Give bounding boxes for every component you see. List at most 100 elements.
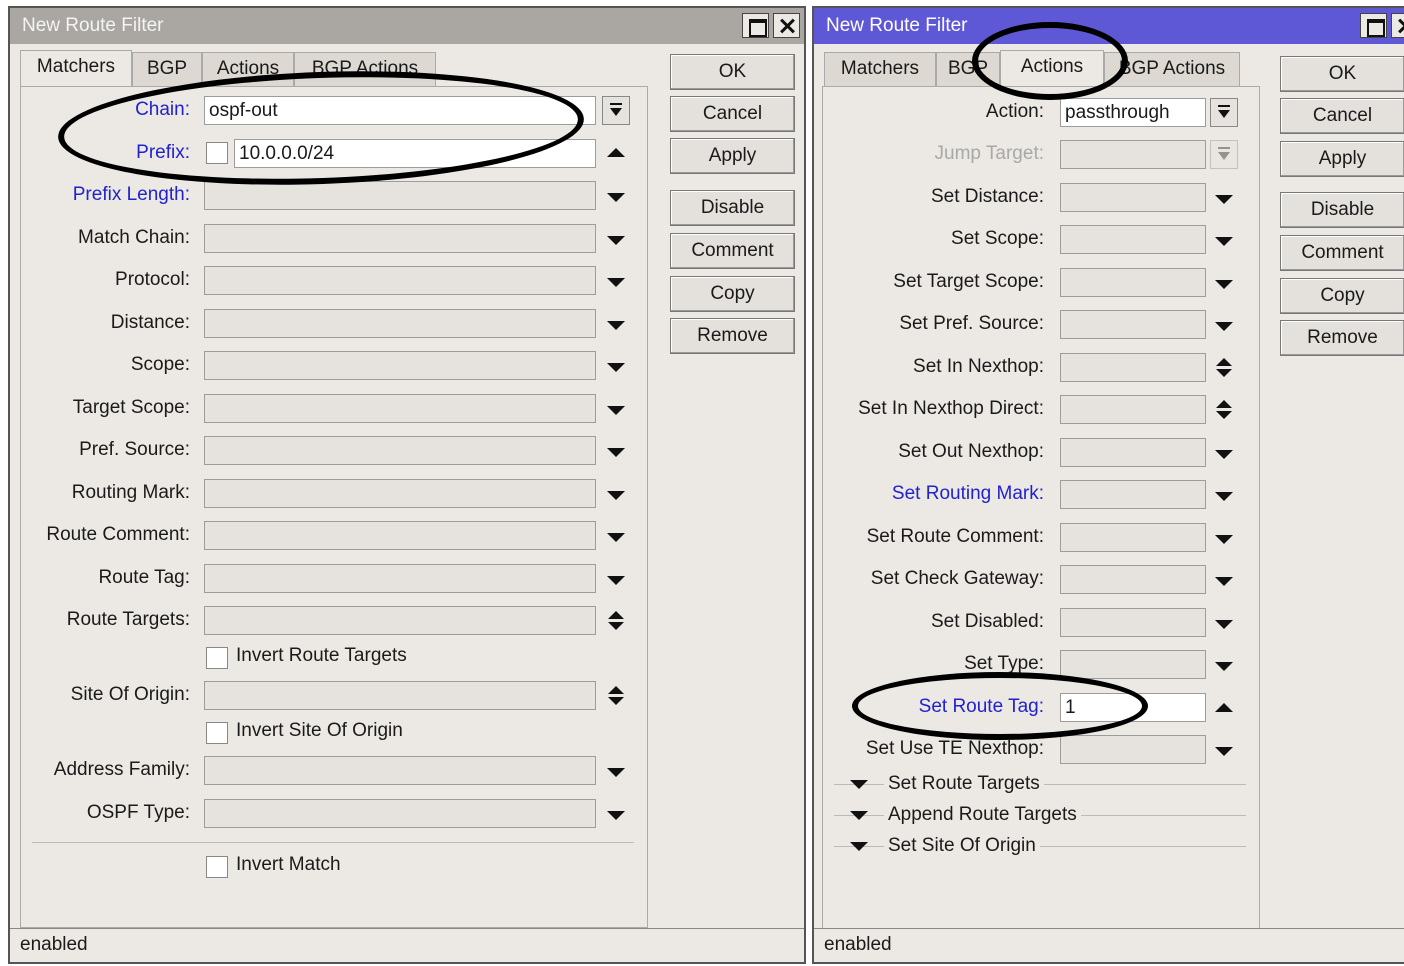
set-in-nexthop-direct-input[interactable] [1060, 395, 1206, 424]
copy-button[interactable]: Copy [670, 276, 795, 312]
set-target-scope-input[interactable] [1060, 268, 1206, 297]
close-icon[interactable] [1391, 13, 1404, 38]
set-route-tag-input[interactable]: 1 [1060, 693, 1206, 722]
jump-target-dropdown-icon[interactable] [1210, 140, 1238, 169]
tab-bgp[interactable]: BGP [936, 52, 1000, 87]
prefix-invert-checkbox[interactable] [206, 142, 228, 164]
maximize-icon[interactable] [1360, 13, 1387, 38]
prefix-collapse-icon[interactable] [604, 142, 628, 166]
chain-input[interactable]: ospf-out [204, 96, 596, 125]
invert-route-targets-checkbox[interactable] [206, 647, 228, 669]
set-routing-mark-dropdown-icon[interactable] [1212, 484, 1236, 508]
ospf-type-input[interactable] [204, 799, 596, 828]
address-family-dropdown-icon[interactable] [604, 760, 628, 784]
set-disabled-dropdown-icon[interactable] [1212, 612, 1236, 636]
route-comment-input[interactable] [204, 521, 596, 550]
set-distance-input[interactable] [1060, 183, 1206, 212]
set-check-gateway-dropdown-icon[interactable] [1212, 569, 1236, 593]
invert-match-checkbox[interactable] [206, 856, 228, 878]
pref-source-input[interactable] [204, 436, 596, 465]
tab-bgp-actions[interactable]: BGP Actions [294, 52, 436, 87]
target-scope-dropdown-icon[interactable] [604, 398, 628, 422]
match-chain-dropdown-icon[interactable] [604, 228, 628, 252]
address-family-input[interactable] [204, 756, 596, 785]
pref-source-dropdown-icon[interactable] [604, 440, 628, 464]
tab-matchers[interactable]: Matchers [824, 52, 936, 87]
remove-button[interactable]: Remove [670, 318, 795, 354]
scope-dropdown-icon[interactable] [604, 355, 628, 379]
set-check-gateway-input[interactable] [1060, 565, 1206, 594]
set-routing-mark-input[interactable] [1060, 480, 1206, 509]
tab-actions[interactable]: Actions [1000, 50, 1104, 86]
match-chain-input[interactable] [204, 224, 596, 253]
disable-button[interactable]: Disable [670, 190, 795, 226]
prefix-length-input[interactable] [204, 181, 596, 210]
set-type-input[interactable] [1060, 650, 1206, 679]
set-in-nexthop-input[interactable] [1060, 353, 1206, 382]
set-distance-dropdown-icon[interactable] [1212, 187, 1236, 211]
scope-input[interactable] [204, 351, 596, 380]
set-out-nexthop-input[interactable] [1060, 438, 1206, 467]
set-route-tag-collapse-icon[interactable] [1212, 697, 1236, 721]
route-comment-dropdown-icon[interactable] [604, 525, 628, 549]
maximize-icon[interactable] [742, 13, 769, 38]
tab-bgp[interactable]: BGP [132, 52, 202, 87]
copy-button[interactable]: Copy [1280, 278, 1404, 314]
set-disabled-input[interactable] [1060, 608, 1206, 637]
site-of-origin-expand-icon[interactable] [604, 685, 628, 709]
set-scope-dropdown-icon[interactable] [1212, 229, 1236, 253]
ospf-type-label: OSPF Type: [86, 802, 190, 823]
address-family-label: Address Family: [53, 759, 190, 780]
protocol-input[interactable] [204, 266, 596, 295]
section-append-route-targets[interactable]: Append Route Targets [834, 803, 1246, 827]
apply-button[interactable]: Apply [670, 138, 795, 174]
comment-button[interactable]: Comment [670, 233, 795, 269]
set-scope-input[interactable] [1060, 225, 1206, 254]
set-use-te-nexthop-dropdown-icon[interactable] [1212, 739, 1236, 763]
prefix-input[interactable]: 10.0.0.0/24 [234, 139, 596, 168]
protocol-dropdown-icon[interactable] [604, 270, 628, 294]
tab-matchers[interactable]: Matchers [20, 50, 132, 86]
ospf-type-dropdown-icon[interactable] [604, 803, 628, 827]
route-targets-expand-icon[interactable] [604, 610, 628, 634]
cancel-button[interactable]: Cancel [670, 96, 795, 132]
prefix-length-dropdown-icon[interactable] [604, 185, 628, 209]
section-label: Append Route Targets [884, 803, 1081, 827]
section-set-site-of-origin[interactable]: Set Site Of Origin [834, 834, 1246, 858]
disable-button[interactable]: Disable [1280, 192, 1404, 228]
set-in-nexthop-direct-expand-icon[interactable] [1212, 399, 1236, 423]
remove-button[interactable]: Remove [1280, 320, 1404, 356]
set-pref-source-input[interactable] [1060, 310, 1206, 339]
routing-mark-dropdown-icon[interactable] [604, 483, 628, 507]
routing-mark-input[interactable] [204, 479, 596, 508]
target-scope-input[interactable] [204, 394, 596, 423]
site-of-origin-input[interactable] [204, 681, 596, 710]
tab-bgp-actions[interactable]: BGP Actions [1104, 52, 1240, 87]
close-icon[interactable] [773, 13, 800, 38]
apply-button[interactable]: Apply [1280, 141, 1404, 177]
tab-actions[interactable]: Actions [202, 52, 294, 87]
set-type-dropdown-icon[interactable] [1212, 654, 1236, 678]
set-in-nexthop-expand-icon[interactable] [1212, 357, 1236, 381]
route-targets-input[interactable] [204, 606, 596, 635]
jump-target-input[interactable] [1060, 140, 1206, 169]
route-tag-dropdown-icon[interactable] [604, 568, 628, 592]
section-set-route-targets[interactable]: Set Route Targets [834, 772, 1246, 796]
set-target-scope-dropdown-icon[interactable] [1212, 272, 1236, 296]
ok-button[interactable]: OK [1280, 56, 1404, 92]
set-use-te-nexthop-input[interactable] [1060, 735, 1206, 764]
route-tag-input[interactable] [204, 564, 596, 593]
set-route-comment-dropdown-icon[interactable] [1212, 527, 1236, 551]
chain-dropdown-icon[interactable] [602, 96, 630, 125]
set-route-comment-input[interactable] [1060, 523, 1206, 552]
action-dropdown-icon[interactable] [1210, 98, 1238, 127]
invert-site-of-origin-checkbox[interactable] [206, 722, 228, 744]
cancel-button[interactable]: Cancel [1280, 98, 1404, 134]
ok-button[interactable]: OK [670, 54, 795, 90]
distance-dropdown-icon[interactable] [604, 313, 628, 337]
action-input[interactable]: passthrough [1060, 98, 1206, 127]
comment-button[interactable]: Comment [1280, 235, 1404, 271]
set-out-nexthop-dropdown-icon[interactable] [1212, 442, 1236, 466]
set-pref-source-dropdown-icon[interactable] [1212, 314, 1236, 338]
distance-input[interactable] [204, 309, 596, 338]
